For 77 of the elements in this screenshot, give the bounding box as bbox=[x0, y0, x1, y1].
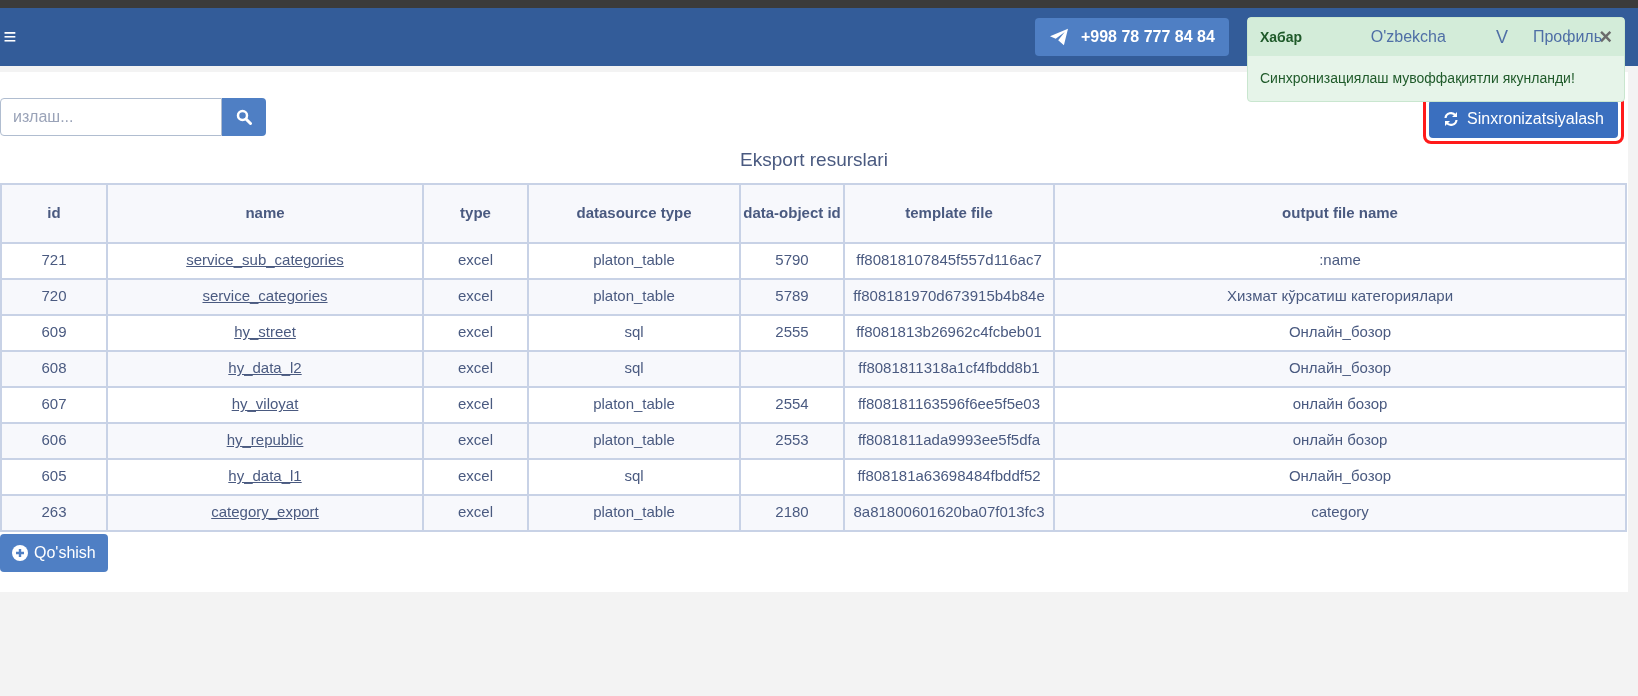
table-cell: :name bbox=[1319, 251, 1361, 269]
search-button[interactable] bbox=[222, 98, 266, 136]
table-cell: 5790 bbox=[775, 251, 809, 269]
table-cell: sql bbox=[624, 467, 644, 485]
table-cell: excel bbox=[458, 251, 493, 269]
table-cell: ff808181163596f6ee5f5e03 bbox=[857, 395, 1041, 413]
table-cell: excel bbox=[458, 359, 493, 377]
table-cell: platon_table bbox=[593, 395, 675, 413]
table-cell: platon_table bbox=[593, 503, 675, 521]
phone-button[interactable]: +998 78 777 84 84 bbox=[1034, 18, 1229, 56]
resource-link[interactable]: category_export bbox=[211, 503, 319, 521]
table-cell: онлайн бозор bbox=[1292, 395, 1388, 413]
table-cell: 2555 bbox=[775, 323, 809, 341]
table-cell: ff808181970d673915b4b84e bbox=[853, 287, 1045, 305]
resource-link[interactable]: service_categories bbox=[202, 287, 328, 305]
table-cell: 2180 bbox=[775, 503, 809, 521]
table-cell: 605 bbox=[41, 467, 67, 485]
column-header: data-object id bbox=[740, 183, 844, 243]
table-cell: 608 bbox=[41, 359, 67, 377]
table-title: Eksport resurslari bbox=[739, 148, 889, 172]
table-cell: excel bbox=[458, 431, 493, 449]
table-cell: онлайн бозор bbox=[1292, 431, 1388, 449]
plus-circle-icon bbox=[12, 544, 28, 561]
table-cell: ff8081811318a1cf4fbdd8b1 bbox=[858, 359, 1040, 377]
toast-title: Хабар bbox=[1260, 27, 1303, 47]
table-cell: ff808181a63698484fbddf52 bbox=[857, 467, 1041, 485]
resource-link[interactable]: hy_street bbox=[234, 323, 296, 341]
table-cell: 2554 bbox=[775, 395, 809, 413]
table-cell: Хизмат кўрсатиш категориялари bbox=[1226, 287, 1454, 305]
add-button[interactable]: Qo'shish bbox=[0, 533, 108, 572]
resource-link[interactable]: hy_viloyat bbox=[231, 395, 299, 413]
table-cell: excel bbox=[458, 395, 493, 413]
table-cell: excel bbox=[458, 323, 493, 341]
table-cell: 607 bbox=[41, 395, 67, 413]
column-header: template file bbox=[844, 183, 1054, 243]
table-cell: ff8081813b26962c4fcbeb01 bbox=[856, 323, 1042, 341]
table-cell: Онлайн_бозор bbox=[1288, 323, 1392, 341]
table-cell: 8a81800601620ba07f013fc3 bbox=[853, 503, 1045, 521]
menu-button[interactable]: ≡ bbox=[0, 26, 20, 48]
table-cell: platon_table bbox=[593, 287, 675, 305]
table-cell: sql bbox=[624, 359, 644, 377]
close-button[interactable]: × bbox=[1599, 26, 1612, 48]
profile-menu[interactable]: Профиль bbox=[1532, 25, 1602, 49]
table-cell: ff8081811ada9993ee5f5dfa bbox=[857, 431, 1041, 449]
refresh-icon bbox=[1443, 111, 1460, 127]
column-header: name bbox=[107, 183, 423, 243]
table-cell: excel bbox=[458, 503, 493, 521]
sync-button[interactable]: Sinxronizatsiyalash bbox=[1429, 100, 1618, 138]
resource-link[interactable]: hy_republic bbox=[226, 431, 304, 449]
table-cell: Онлайн_бозор bbox=[1288, 467, 1392, 485]
table-cell: sql bbox=[624, 323, 644, 341]
resource-link[interactable]: hy_data_l2 bbox=[228, 359, 302, 377]
table-cell: 609 bbox=[41, 323, 67, 341]
table-cell: platon_table bbox=[593, 251, 675, 269]
toast-message: Синхронизациялаш мувоффақиятли якунланди! bbox=[1259, 69, 1576, 88]
language-menu[interactable]: O'zbekcha bbox=[1370, 25, 1446, 49]
table-cell: Онлайн_бозор bbox=[1288, 359, 1392, 377]
paper-plane-icon bbox=[1048, 28, 1069, 46]
search-icon bbox=[236, 109, 252, 125]
search-field[interactable]: излаш... bbox=[0, 98, 222, 136]
table-cell: category bbox=[1311, 503, 1369, 521]
table-cell: 606 bbox=[41, 431, 67, 449]
column-header: datasource type bbox=[528, 183, 740, 243]
table-cell: excel bbox=[458, 467, 493, 485]
table-cell: excel bbox=[458, 287, 493, 305]
table-cell: 263 bbox=[41, 503, 67, 521]
column-header: id bbox=[1, 183, 107, 243]
resource-link[interactable]: hy_data_l1 bbox=[228, 467, 302, 485]
user-initial[interactable]: V bbox=[1495, 23, 1508, 51]
table-cell: 5789 bbox=[775, 287, 809, 305]
table-cell: 2553 bbox=[775, 431, 809, 449]
column-header: output file name bbox=[1054, 183, 1626, 243]
table-cell: 720 bbox=[41, 287, 67, 305]
column-header: type bbox=[423, 183, 528, 243]
table-cell: platon_table bbox=[593, 431, 675, 449]
table-cell: ff80818107845f557d116ac7 bbox=[856, 251, 1042, 269]
table-cell: 721 bbox=[41, 251, 67, 269]
